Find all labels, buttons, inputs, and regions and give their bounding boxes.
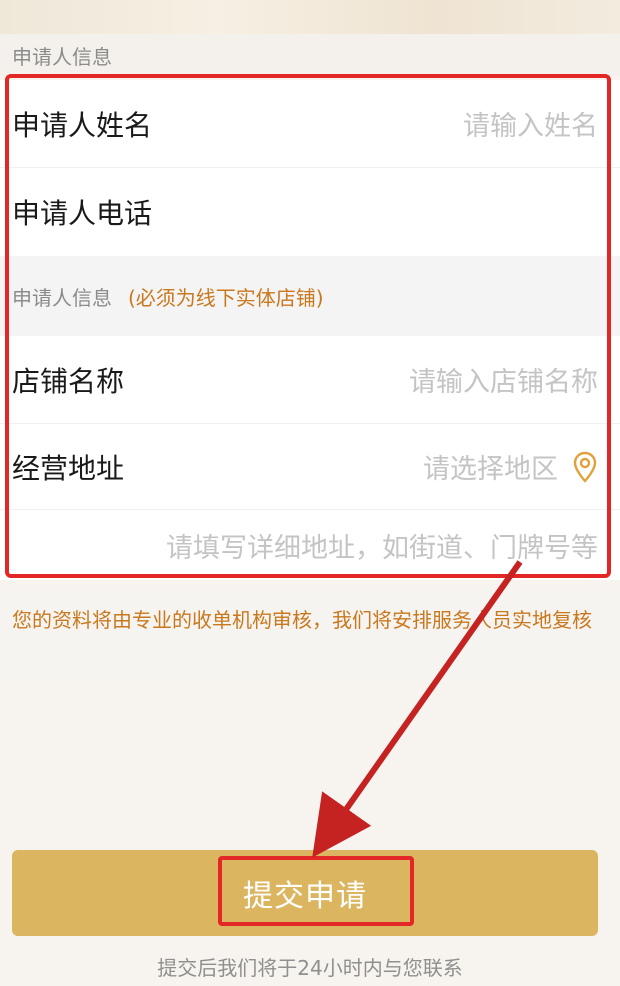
detail-address-input[interactable]: 请填写详细地址，如街道、门牌号等 (166, 526, 598, 565)
business-address-row[interactable]: 经营地址 请选择地区 (0, 424, 620, 510)
store-requirement-note: (必须为线下实体店铺) (128, 285, 324, 310)
applicant-name-input[interactable]: 请输入姓名 (463, 104, 598, 143)
location-pin-icon[interactable] (572, 451, 598, 483)
submit-application-label: 提交申请 (243, 879, 367, 914)
region-select[interactable]: 请选择地区 (423, 447, 598, 486)
applicant-name-row[interactable]: 申请人姓名 请输入姓名 (0, 80, 620, 168)
store-name-label: 店铺名称 (12, 364, 125, 398)
footer-contact-note: 提交后我们将于24小时内与您联系 (157, 956, 463, 980)
section-header-store-label: 申请人信息 (12, 285, 112, 310)
section-header-store: 申请人信息 (必须为线下实体店铺) (0, 256, 620, 336)
section-header-applicant: 申请人信息 (0, 34, 620, 76)
store-name-row[interactable]: 店铺名称 请输入店铺名称 (0, 336, 620, 424)
review-notice: 您的资料将由专业的收单机构审核，我们将安排服务人员实地复核 (0, 590, 620, 676)
store-name-input[interactable]: 请输入店铺名称 (409, 360, 598, 399)
detail-address-row[interactable]: 请填写详细地址，如街道、门牌号等 (0, 510, 620, 580)
applicant-phone-label: 申请人电话 (12, 197, 153, 230)
region-select-placeholder: 请选择地区 (423, 454, 558, 485)
business-address-label: 经营地址 (12, 451, 125, 485)
section-header-applicant-label: 申请人信息 (12, 44, 112, 69)
top-banner-fade (0, 0, 620, 34)
applicant-phone-row[interactable]: 申请人电话 (0, 168, 620, 256)
submit-application-button[interactable]: 提交申请 (12, 850, 598, 936)
applicant-name-label: 申请人姓名 (12, 108, 153, 142)
